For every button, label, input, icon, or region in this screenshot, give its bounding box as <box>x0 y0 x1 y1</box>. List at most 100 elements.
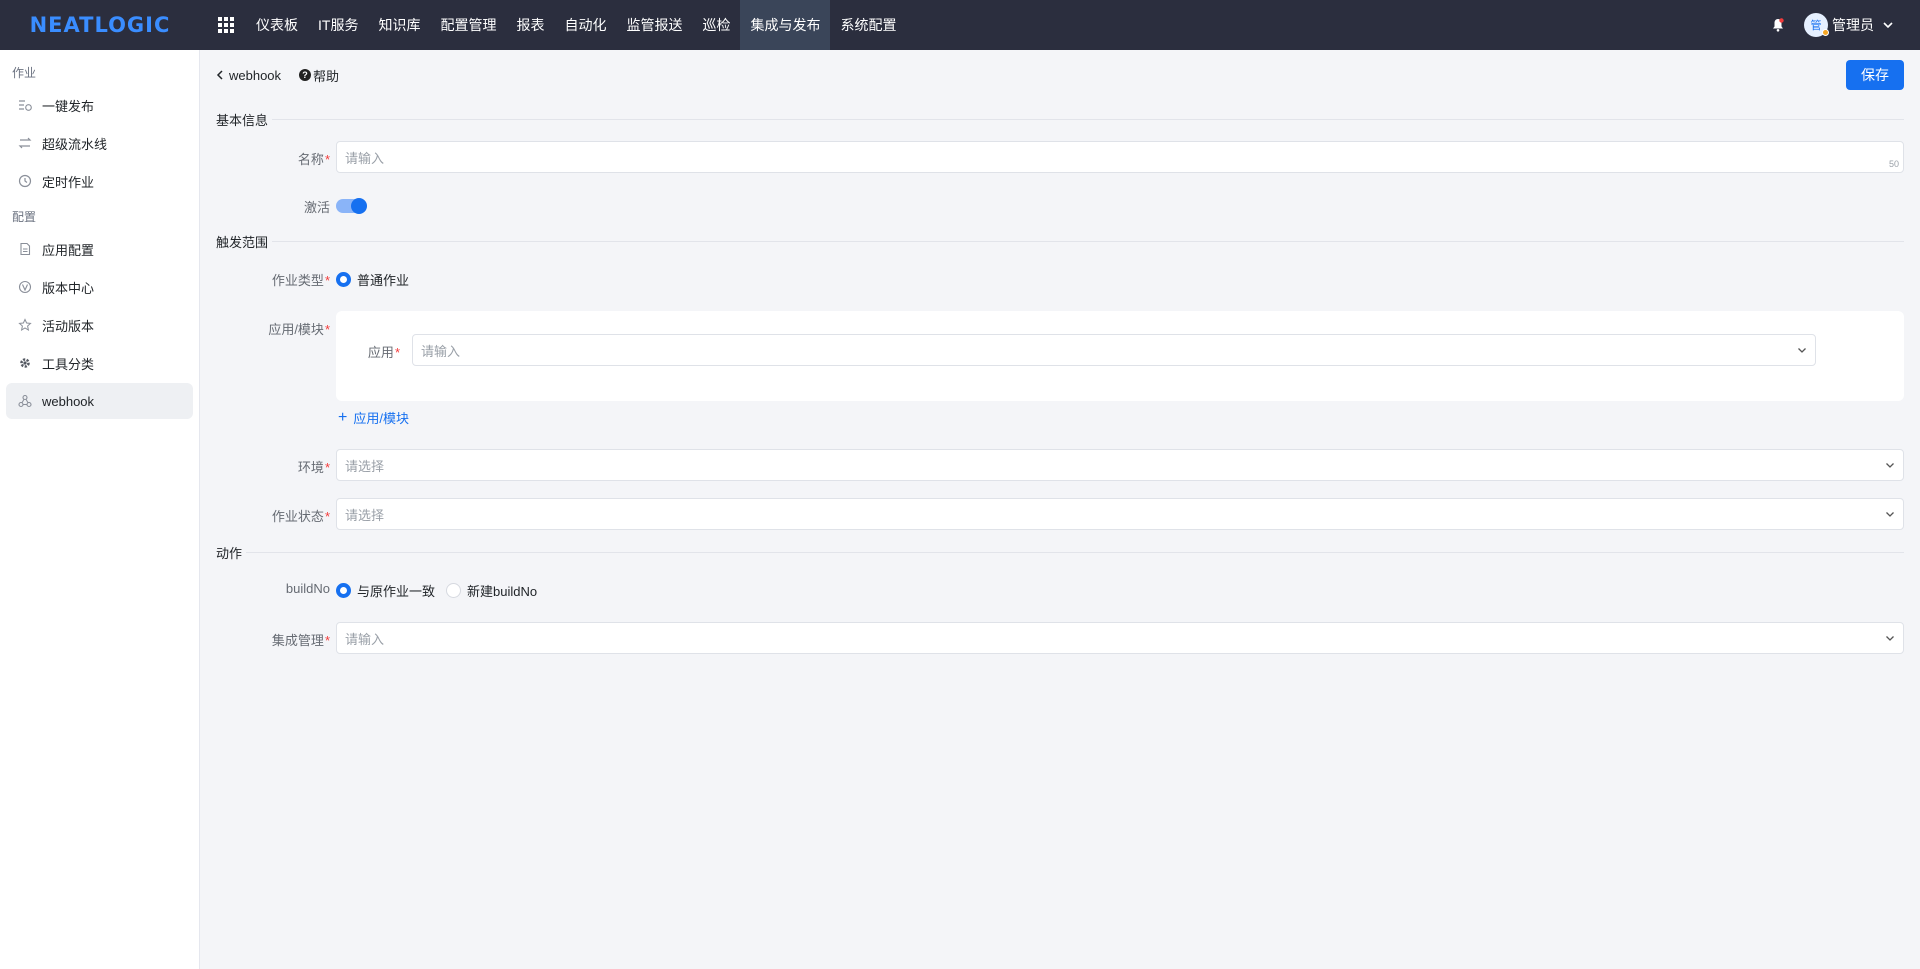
app-module-panel: 应用* 请输入 <box>336 311 1904 401</box>
help-link[interactable]: ? 帮助 <box>299 66 339 85</box>
clock-icon <box>18 174 32 188</box>
nav-deploy[interactable]: 集成与发布 <box>740 0 831 50</box>
question-icon: ? <box>299 69 312 81</box>
webhook-icon <box>18 394 32 408</box>
app-select[interactable]: 请输入 <box>412 334 1816 366</box>
nav-it-service[interactable]: IT服务 <box>308 0 368 50</box>
avatar[interactable]: 管 <box>1804 13 1829 37</box>
username[interactable]: 管理员 <box>1832 15 1874 35</box>
section-title: 动作 <box>216 545 243 561</box>
main-content: webhook ? 帮助 保存 基本信息 名称* 请输入 50 激活 触发范围 … <box>200 50 1920 969</box>
breadcrumb: webhook ? 帮助 <box>216 65 339 85</box>
sidebar-group-config: 配置 <box>12 210 37 224</box>
chevron-down-icon <box>1886 512 1894 517</box>
radio-label: 普通作业 <box>357 273 410 288</box>
help-label: 帮助 <box>313 68 340 84</box>
logo-text: NEATLOGIC <box>29 13 171 37</box>
sidebar-item-label: 一键发布 <box>42 98 95 114</box>
sidebar-item-label: 超级流水线 <box>42 136 108 152</box>
job-status-placeholder: 请选择 <box>345 507 385 523</box>
sidebar-item-label: webhook <box>42 393 95 409</box>
bell-icon[interactable] <box>1770 17 1786 33</box>
sidebar-item-pipeline[interactable]: 超级流水线 <box>6 125 193 161</box>
radio-circle <box>336 583 351 598</box>
active-toggle[interactable] <box>336 198 367 214</box>
version-icon <box>18 280 32 294</box>
section-action: 动作 <box>216 544 1904 561</box>
char-counter: 50 <box>1888 159 1899 169</box>
env-placeholder: 请选择 <box>345 458 385 474</box>
sidebar-item-app-config[interactable]: 应用配置 <box>6 231 193 267</box>
chevron-left-icon <box>216 70 223 80</box>
nav-automation[interactable]: 自动化 <box>554 0 616 50</box>
back-label: webhook <box>229 67 282 83</box>
nav-inspection[interactable]: 巡检 <box>692 0 740 50</box>
sidebar-item-label: 应用配置 <box>42 242 95 258</box>
gear-icon <box>18 356 32 370</box>
job-status-select[interactable]: 请选择 <box>336 498 1904 530</box>
integration-label: 集成管理* <box>271 633 330 648</box>
nav-knowledge[interactable]: 知识库 <box>368 0 430 50</box>
sidebar-item-active-version[interactable]: 活动版本 <box>6 307 193 343</box>
section-title: 触发范围 <box>216 234 269 250</box>
integration-select[interactable]: 请输入 <box>336 622 1904 654</box>
sidebar-item-scheduled-job[interactable]: 定时作业 <box>6 163 193 199</box>
sidebar-item-label: 版本中心 <box>42 280 95 296</box>
name-placeholder: 请输入 <box>345 150 385 166</box>
sidebar-item-label: 定时作业 <box>42 174 95 190</box>
buildno-label: buildNo <box>285 581 330 596</box>
chevron-down-icon <box>1886 463 1894 468</box>
sidebar-group-job: 作业 <box>12 66 37 80</box>
status-dot <box>1822 29 1829 36</box>
env-label: 环境* <box>297 460 330 475</box>
app-label: 应用* <box>367 345 400 360</box>
radio-label: 新建buildNo <box>467 584 538 599</box>
chevron-down-icon <box>1886 636 1894 641</box>
sidebar-item-label: 工具分类 <box>42 356 95 372</box>
radio-label: 与原作业一致 <box>357 584 436 599</box>
buildno-new-radio[interactable]: 新建buildNo <box>446 581 537 600</box>
add-app-module-button[interactable]: + 应用/模块 <box>338 408 409 427</box>
main-nav: 仪表板 IT服务 知识库 配置管理 报表 自动化 监管报送 巡检 集成与发布 系… <box>246 0 906 50</box>
sidebar-item-webhook[interactable]: webhook <box>6 383 193 419</box>
apps-grid-icon[interactable] <box>214 0 238 50</box>
sidebar-item-version-center[interactable]: 版本中心 <box>6 269 193 305</box>
star-icon <box>18 318 32 332</box>
nav-report[interactable]: 报表 <box>506 0 554 50</box>
plus-icon: + <box>338 408 348 426</box>
buildno-same-radio[interactable]: 与原作业一致 <box>336 581 435 600</box>
sidebar: 作业 一键发布 超级流水线 定时作业 配置 应用配置 版本中心 活动版本 工具分… <box>0 50 200 969</box>
section-title: 基本信息 <box>216 112 269 128</box>
sidebar-item-one-click-deploy[interactable]: 一键发布 <box>6 87 193 123</box>
document-icon <box>18 242 32 256</box>
logo[interactable]: NEATLOGIC <box>0 0 200 50</box>
chevron-down-icon[interactable] <box>1882 19 1894 31</box>
save-button[interactable]: 保存 <box>1846 60 1904 90</box>
radio-circle <box>336 272 351 287</box>
job-type-label: 作业类型* <box>271 273 330 288</box>
sidebar-item-tool-category[interactable]: 工具分类 <box>6 345 193 381</box>
avatar-char: 管 <box>1810 20 1822 32</box>
nav-system-config[interactable]: 系统配置 <box>830 0 906 50</box>
name-label: 名称* <box>297 152 330 167</box>
nav-cmdb[interactable]: 配置管理 <box>430 0 506 50</box>
sidebar-item-label: 活动版本 <box>42 318 95 334</box>
active-label: 激活 <box>303 200 330 215</box>
top-navbar: NEATLOGIC 仪表板 IT服务 知识库 配置管理 报表 自动化 监管报送 … <box>0 0 1920 50</box>
chevron-down-icon <box>1798 348 1806 353</box>
section-basic-info: 基本信息 <box>216 111 1904 128</box>
back-link[interactable]: webhook <box>216 68 281 83</box>
section-trigger-scope: 触发范围 <box>216 233 1904 250</box>
nav-dashboard[interactable]: 仪表板 <box>246 0 308 50</box>
list-clock-icon <box>18 98 32 112</box>
swap-icon <box>18 136 32 150</box>
app-module-label: 应用/模块* <box>268 322 330 337</box>
nav-regulatory[interactable]: 监管报送 <box>616 0 692 50</box>
job-status-label: 作业状态* <box>271 509 330 524</box>
name-input[interactable]: 请输入 50 <box>336 141 1904 173</box>
add-app-module-label: 应用/模块 <box>353 411 409 426</box>
app-placeholder: 请输入 <box>421 343 461 359</box>
job-type-normal-radio[interactable]: 普通作业 <box>336 270 409 289</box>
radio-circle <box>446 583 461 598</box>
env-select[interactable]: 请选择 <box>336 449 1904 481</box>
